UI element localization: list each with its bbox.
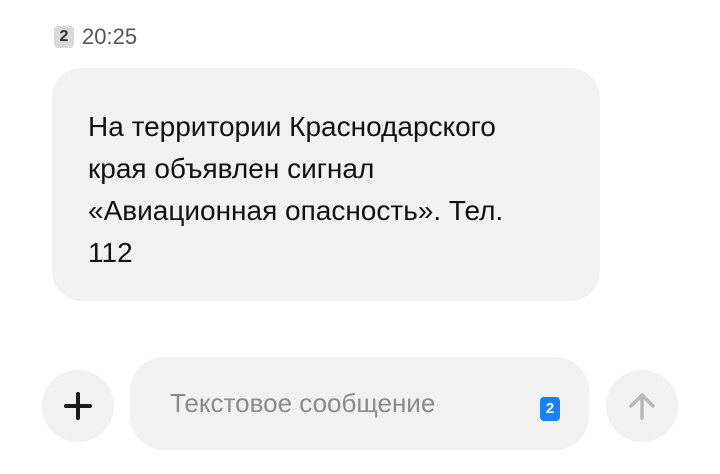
message-time: 20:25 <box>82 24 138 49</box>
arrow-up-icon <box>629 393 655 420</box>
message-bubble[interactable]: На территории Краснодарского края объявл… <box>52 68 600 301</box>
message-composer[interactable]: 2 <box>130 357 589 450</box>
send-button[interactable] <box>606 370 678 442</box>
sim-badge: 2 <box>54 26 74 48</box>
sim-select-button[interactable]: 2 <box>540 397 560 421</box>
message-input[interactable] <box>170 357 510 450</box>
message-meta: 2 20:25 <box>54 24 137 50</box>
message-text: На территории Краснодарского края объявл… <box>88 111 504 268</box>
attach-button[interactable] <box>42 370 114 442</box>
